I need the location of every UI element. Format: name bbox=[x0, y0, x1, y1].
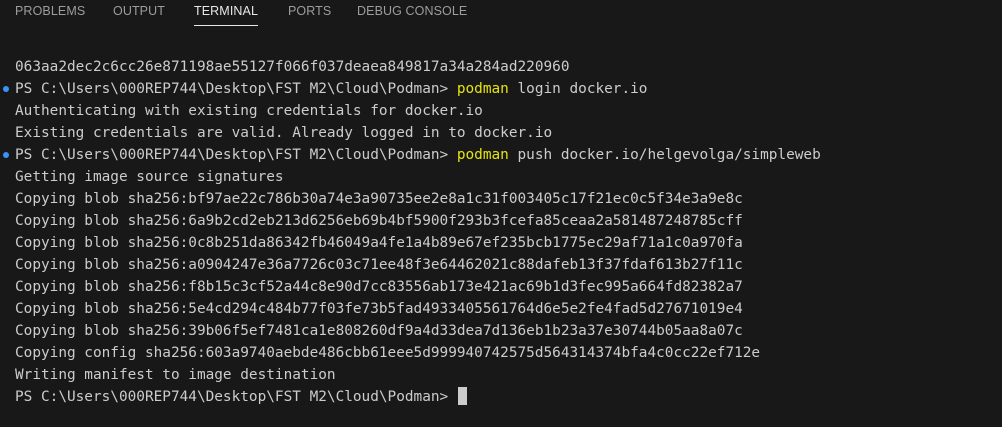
terminal-input-line[interactable]: PS C:\Users\000REP744\Desktop\FST M2\Clo… bbox=[15, 386, 467, 408]
terminal-line: Copying blob sha256:5e4cd294c484b77f03fe… bbox=[15, 301, 743, 317]
terminal-line: Copying blob sha256:bf97ae22c786b30a74e3… bbox=[15, 191, 743, 207]
tab-debug-console[interactable]: DEBUG CONSOLE bbox=[357, 0, 467, 26]
prompt-text: PS C:\Users\000REP744\Desktop\FST M2\Clo… bbox=[15, 147, 457, 163]
prompt-text: PS C:\Users\000REP744\Desktop\FST M2\Clo… bbox=[15, 81, 457, 97]
tab-ports[interactable]: PORTS bbox=[288, 0, 331, 26]
tab-output[interactable]: OUTPUT bbox=[113, 0, 165, 26]
tab-problems[interactable]: PROBLEMS bbox=[15, 0, 85, 26]
terminal-output[interactable]: 063aa2dec2c6cc26e871198ae55127f066f037de… bbox=[0, 48, 1002, 427]
terminal-line: 063aa2dec2c6cc26e871198ae55127f066f037de… bbox=[15, 59, 570, 75]
terminal-line: Copying blob sha256:0c8b251da86342fb4604… bbox=[15, 235, 743, 251]
terminal-line: Writing manifest to image destination bbox=[15, 367, 336, 383]
terminal-line: Copying blob sha256:f8b15c3cf52a44c8e90d… bbox=[15, 279, 743, 295]
terminal-command-line: PS C:\Users\000REP744\Desktop\FST M2\Clo… bbox=[15, 144, 821, 166]
terminal-line: Authenticating with existing credentials… bbox=[15, 103, 483, 119]
tab-terminal[interactable]: TERMINAL bbox=[194, 0, 259, 26]
command-decoration-icon[interactable] bbox=[3, 152, 9, 158]
command-keyword: podman bbox=[456, 81, 509, 97]
terminal-line: Copying blob sha256:39b06f5ef7481ca1e808… bbox=[15, 323, 743, 339]
command-decoration-icon[interactable] bbox=[3, 86, 9, 92]
terminal-line: Getting image source signatures bbox=[15, 169, 284, 185]
terminal-command-line: PS C:\Users\000REP744\Desktop\FST M2\Clo… bbox=[15, 78, 647, 100]
command-args: login docker.io bbox=[508, 81, 648, 97]
terminal-line: Copying blob sha256:a0904247e36a7726c03c… bbox=[15, 257, 743, 273]
command-keyword: podman bbox=[456, 147, 509, 163]
terminal-line: Copying config sha256:603a9740aebde486cb… bbox=[15, 345, 761, 361]
prompt-text: PS C:\Users\000REP744\Desktop\FST M2\Clo… bbox=[15, 389, 457, 405]
command-args: push docker.io/helgevolga/simpleweb bbox=[508, 147, 821, 163]
terminal-line: Copying blob sha256:6a9b2cd2eb213d6256eb… bbox=[15, 213, 743, 229]
panel-tab-bar: PROBLEMS OUTPUT TERMINAL PORTS DEBUG CON… bbox=[0, 0, 1002, 30]
terminal-line: Existing credentials are valid. Already … bbox=[15, 125, 553, 141]
terminal-cursor bbox=[457, 387, 467, 405]
